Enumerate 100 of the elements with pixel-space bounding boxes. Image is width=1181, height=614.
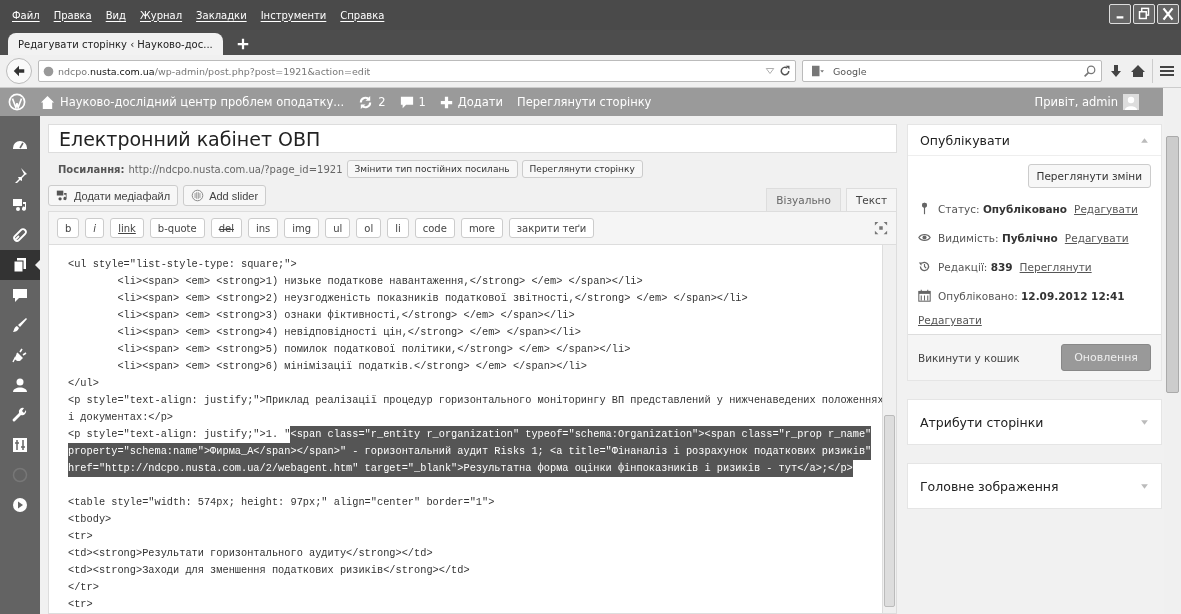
- back-button[interactable]: [6, 58, 32, 84]
- restore-icon[interactable]: [1133, 4, 1155, 24]
- code-line: <li><span> <em> <strong>5) помилок податкової політики,</strong> </em> </span></li>: [116, 342, 631, 357]
- menu-item[interactable]: Файл: [5, 9, 47, 21]
- refresh-icon: [358, 94, 374, 110]
- code-line: <li><span> <em> <strong>3) ознаки фіктивності,</strong> </em> </span></li>: [116, 308, 575, 323]
- wrench-icon: [12, 407, 28, 423]
- permalink-label: Посилання:: [58, 163, 125, 175]
- editor-tab[interactable]: Текст: [845, 188, 897, 211]
- reload-icon[interactable]: [779, 65, 791, 77]
- sliders-icon: [12, 437, 28, 453]
- code-line: <tbody>: [68, 512, 112, 527]
- selected-code-text: property="schema:name">Фирма_А</span></span>" - горизонтальний аудит Risks 1; <a title="Фінаналіз і розрахунок податкових ризиків": [68, 443, 872, 460]
- publish-info: Видимість: Публічно: [938, 231, 1058, 244]
- wordpress-logo-icon[interactable]: [8, 93, 26, 111]
- browser-tab[interactable]: Редагувати сторінку ‹ Науково-дос...: [8, 33, 223, 55]
- quicktag-button[interactable]: img: [284, 218, 320, 238]
- menu-item[interactable]: Закладки: [189, 9, 254, 21]
- sidebar-item[interactable]: [0, 250, 40, 280]
- editor-tab[interactable]: Візуально: [766, 188, 841, 211]
- history-icon: [918, 260, 931, 273]
- quicktag-button[interactable]: закрити теґи: [508, 218, 595, 238]
- play-icon: [12, 497, 28, 513]
- url-text: ndcpo.nusta.com.ua/wp-admin/post.php?post=1921&action=edit: [58, 65, 371, 77]
- publish-info: Опубліковано: 12.09.2012 12:41: [938, 289, 1125, 302]
- slider-icon: [191, 189, 205, 202]
- comment-icon: [399, 95, 414, 109]
- quicktag-button[interactable]: more: [460, 218, 503, 238]
- plus-icon: [439, 95, 453, 109]
- menu-item[interactable]: Інструменти: [253, 9, 334, 21]
- panel-title: Головне зображення: [920, 478, 1059, 494]
- search-field[interactable]: Google: [802, 60, 1102, 82]
- quicktag-button[interactable]: b: [57, 218, 80, 238]
- quicktag-button[interactable]: ins: [247, 218, 279, 238]
- code-line: <ul style="list-style-type: square;">: [68, 257, 297, 272]
- selected-code-text: href="http://ndcpo.nusta.com.ua/2/webagent.htm" target="_blank">Результатна форма оцінки фінпоказників і ризиків - тут</a>;</p>: [68, 460, 853, 477]
- publish-info: Статус: Опубліковано: [938, 202, 1068, 215]
- edit-link[interactable]: Редагувати: [918, 314, 982, 326]
- code-line: <li><span> <em> <strong>2) неузгодженість показників податкової звітності,</strong> </em> </span></li>: [116, 291, 748, 306]
- code-line: </ul>: [68, 376, 99, 391]
- quicktag-button[interactable]: ul: [325, 218, 351, 238]
- media-icon: [12, 197, 28, 213]
- quicktag-button[interactable]: link: [110, 218, 144, 238]
- globe-icon: [43, 65, 54, 77]
- title-field[interactable]: Електронний кабінет ОВП: [48, 124, 897, 153]
- pages-icon: [12, 257, 28, 273]
- selected-code-text: <span class="r_entity r_organization" typeof="schema:Organization"><span class="r_prop r_name": [290, 426, 872, 443]
- quicktag-button[interactable]: i: [85, 218, 105, 238]
- editor-scrollbar[interactable]: [882, 245, 896, 613]
- menu-icon[interactable]: [1159, 63, 1175, 79]
- quicktag-button[interactable]: code: [414, 218, 455, 238]
- download-icon[interactable]: [1108, 63, 1124, 79]
- code-line: <tr>: [68, 529, 93, 544]
- search-icon[interactable]: [1083, 65, 1096, 78]
- add-media-button[interactable]: Додати медіафайл: [48, 185, 179, 206]
- close-icon[interactable]: [1157, 4, 1179, 24]
- permalink-button[interactable]: Переглянути сторінку: [521, 160, 643, 178]
- code-line: </tr>: [68, 580, 99, 595]
- quicktag-button[interactable]: ol: [356, 218, 382, 238]
- code-line: <li><span> <em> <strong>1) низьке податкове навантаження,</strong> </em> </span></li>: [116, 274, 643, 289]
- fullscreen-icon[interactable]: [874, 221, 888, 235]
- menu-item[interactable]: Вид: [98, 9, 133, 21]
- minimize-icon[interactable]: [1109, 4, 1131, 24]
- link-icon: [12, 227, 28, 243]
- brush-icon: [12, 317, 28, 333]
- publish-info: Редакції: 839: [938, 260, 1013, 273]
- edit-link[interactable]: Редагувати: [1064, 231, 1129, 244]
- plug-icon: [12, 347, 28, 363]
- back-arrow-icon: [12, 64, 26, 78]
- permalink-button[interactable]: Змінити тип постійних посилань: [346, 160, 518, 178]
- menu-item[interactable]: Журнал: [133, 9, 190, 21]
- quicktag-button[interactable]: li: [387, 218, 409, 238]
- permalink-url: http://ndcpo.nusta.com.ua/?page_id=1921: [128, 163, 343, 175]
- menu-item[interactable]: Справка: [333, 9, 392, 21]
- home-icon: [40, 94, 55, 110]
- calendar-icon: [918, 289, 931, 302]
- panel-title: Атрибути сторінки: [920, 414, 1044, 430]
- eye-icon: [918, 231, 931, 244]
- quicktag-button[interactable]: b-quote: [149, 218, 205, 238]
- menu-item[interactable]: Правка: [46, 9, 99, 21]
- edit-link[interactable]: Переглянути: [1019, 260, 1092, 273]
- user-icon: [12, 377, 28, 393]
- address-bar[interactable]: ndcpo.nusta.com.ua/wp-admin/post.php?post=1921&action=edit: [38, 60, 796, 82]
- code-line: і документах:</p>: [68, 410, 174, 425]
- quicktag-button[interactable]: del: [210, 218, 242, 238]
- add-slider-button[interactable]: Add slider: [183, 185, 267, 206]
- code-line: <tr>: [68, 597, 93, 612]
- move-to-trash-link[interactable]: Викинути у кошик: [918, 351, 1020, 364]
- code-line: <td><strong>Результати горизонтального аудиту</strong></td>: [68, 546, 433, 561]
- code-line: <li><span> <em> <strong>6) мінімізації податків.</strong> </em> </span></li>: [116, 359, 588, 374]
- new-tab-icon[interactable]: [236, 38, 249, 50]
- code-line: <li><span> <em> <strong>4) невідповідності цін,</strong> </em> </span></li>: [116, 325, 581, 340]
- media-icon: [56, 189, 69, 202]
- panel-title: Опублікувати: [920, 132, 1010, 148]
- code-line: <td><strong>Заходи для зменшення податкових ризиків</strong></td>: [68, 563, 470, 578]
- comments-icon: [12, 287, 28, 303]
- edit-link[interactable]: Редагувати: [1074, 202, 1138, 215]
- home-icon[interactable]: [1130, 63, 1146, 79]
- preview-changes-button[interactable]: Переглянути зміни: [1027, 164, 1151, 188]
- code-line: <table style="width: 574px; height: 97px;" align="center" border="1">: [68, 495, 495, 510]
